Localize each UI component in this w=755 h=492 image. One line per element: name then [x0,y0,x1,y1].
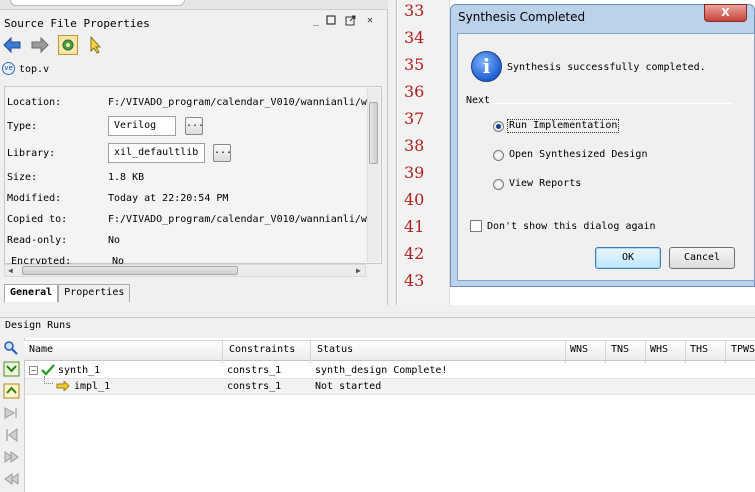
close-icon[interactable]: ✕ [364,15,376,27]
search-icon[interactable] [3,340,20,356]
verilog-file-icon: ve [2,62,15,75]
dialog-message: Synthesis successfully completed. [507,62,706,73]
info-icon: i [471,51,502,82]
copied-to-label: Copied to: [7,214,68,225]
select-pointer-icon[interactable] [86,35,106,55]
line-number: 38 [404,136,425,155]
restore-icon[interactable] [325,15,337,27]
properties-toolbar [2,35,108,57]
encrypted-label: Encrypted: [11,256,72,264]
line-number: 39 [404,163,425,182]
line-number: 34 [404,28,425,47]
location-value: F:/VIVADO_program/calendar_V010/wannianl… [108,97,367,108]
location-label: Location: [7,97,62,108]
next-group-label: Next [466,95,491,106]
table-row-impl[interactable] [25,379,755,395]
size-label: Size: [7,172,38,183]
column-wns[interactable]: WNS [570,344,588,355]
source-settings-icon[interactable] [58,35,79,55]
line-number: 41 [404,217,425,236]
line-number: 37 [404,109,425,128]
top-tab-stub[interactable] [10,0,185,6]
column-tns[interactable]: TNS [611,344,629,355]
panel-title: Source File Properties [4,17,150,30]
column-constraints[interactable]: Constraints [229,344,295,355]
cancel-button[interactable]: Cancel [669,247,735,269]
tree-connector [44,376,53,384]
dialog-close-button[interactable]: X [704,4,747,22]
tree-expander-icon[interactable]: − [29,366,38,375]
file-name: top.v [19,64,50,75]
open-synthesized-design-label[interactable]: Open Synthesized Design [509,149,647,160]
scroll-left-icon[interactable]: ◀ [8,266,13,275]
size-value: 1.8 KB [108,172,145,183]
ok-button[interactable]: OK [595,247,661,269]
pending-arrow-icon [56,379,70,394]
run-constraints: constrs_1 [227,381,282,392]
library-field[interactable]: xil_defaultlib [108,143,205,163]
open-synthesized-design-radio[interactable] [493,150,504,161]
type-field[interactable]: Verilog [108,116,176,136]
view-reports-label[interactable]: View Reports [509,178,581,189]
properties-tabs: General Properties [4,284,131,302]
column-name[interactable]: Name [29,344,53,355]
line-number: 33 [404,1,425,20]
minimize-icon[interactable]: _ [310,15,322,27]
column-whs[interactable]: WHS [650,344,668,355]
dont-show-label[interactable]: Don't show this dialog again [487,221,656,232]
launch-runs-icon[interactable] [3,449,20,465]
library-browse-button[interactable]: ... [213,144,232,162]
line-number: 43 [404,271,425,290]
scroll-right-icon[interactable]: ▶ [356,266,361,275]
reset-runs-icon[interactable] [3,427,20,443]
encrypted-value: No [112,256,125,264]
design-runs-title: Design Runs [5,320,72,331]
forward-arrow-icon[interactable] [30,35,50,55]
column-status[interactable]: Status [317,344,353,355]
run-constraints: constrs_1 [227,365,282,376]
modified-value: Today at 22:20:54 PM [108,193,229,204]
run-name: impl_1 [74,381,111,392]
launch-next-step-icon[interactable] [3,405,20,421]
library-label: Library: [7,148,56,159]
column-ths[interactable]: THS [690,344,708,355]
run-name: synth_1 [58,365,101,376]
library-value: xil_defaultlib [114,147,199,158]
back-arrow-icon[interactable] [2,35,22,55]
collapse-all-icon[interactable] [3,361,20,377]
run-implementation-radio[interactable] [493,121,504,132]
line-number: 40 [404,190,425,209]
column-tpws[interactable]: TPWS [731,344,755,355]
run-status: Not started [315,381,382,392]
tab-properties[interactable]: Properties [58,284,131,302]
run-implementation-label[interactable]: Run Implementation [509,120,617,131]
copied-to-value: F:/VIVADO_program/calendar_V010/wannianl… [108,214,367,225]
group-separator [492,103,732,104]
dont-show-checkbox[interactable] [470,220,482,232]
line-number: 36 [404,82,425,101]
float-icon[interactable] [344,15,356,27]
tab-general[interactable]: General [4,284,59,302]
type-browse-button[interactable]: ... [185,117,204,135]
vertical-scroll-thumb[interactable] [369,102,378,164]
type-label: Type: [7,121,38,132]
line-number: 35 [404,55,425,74]
line-number: 42 [404,244,425,263]
dialog-title: Synthesis Completed [458,10,586,24]
clipped-row: Encrypted: No [4,254,367,264]
read-only-label: Read-only: [7,235,68,246]
expand-all-icon[interactable] [3,383,20,399]
view-reports-radio[interactable] [493,179,504,190]
horizontal-scroll-thumb[interactable] [22,266,238,275]
read-only-value: No [108,235,121,246]
stop-runs-icon[interactable] [3,471,20,487]
run-status: synth_design Complete! [315,365,448,376]
type-value: Verilog [114,120,157,131]
modified-label: Modified: [7,193,62,204]
